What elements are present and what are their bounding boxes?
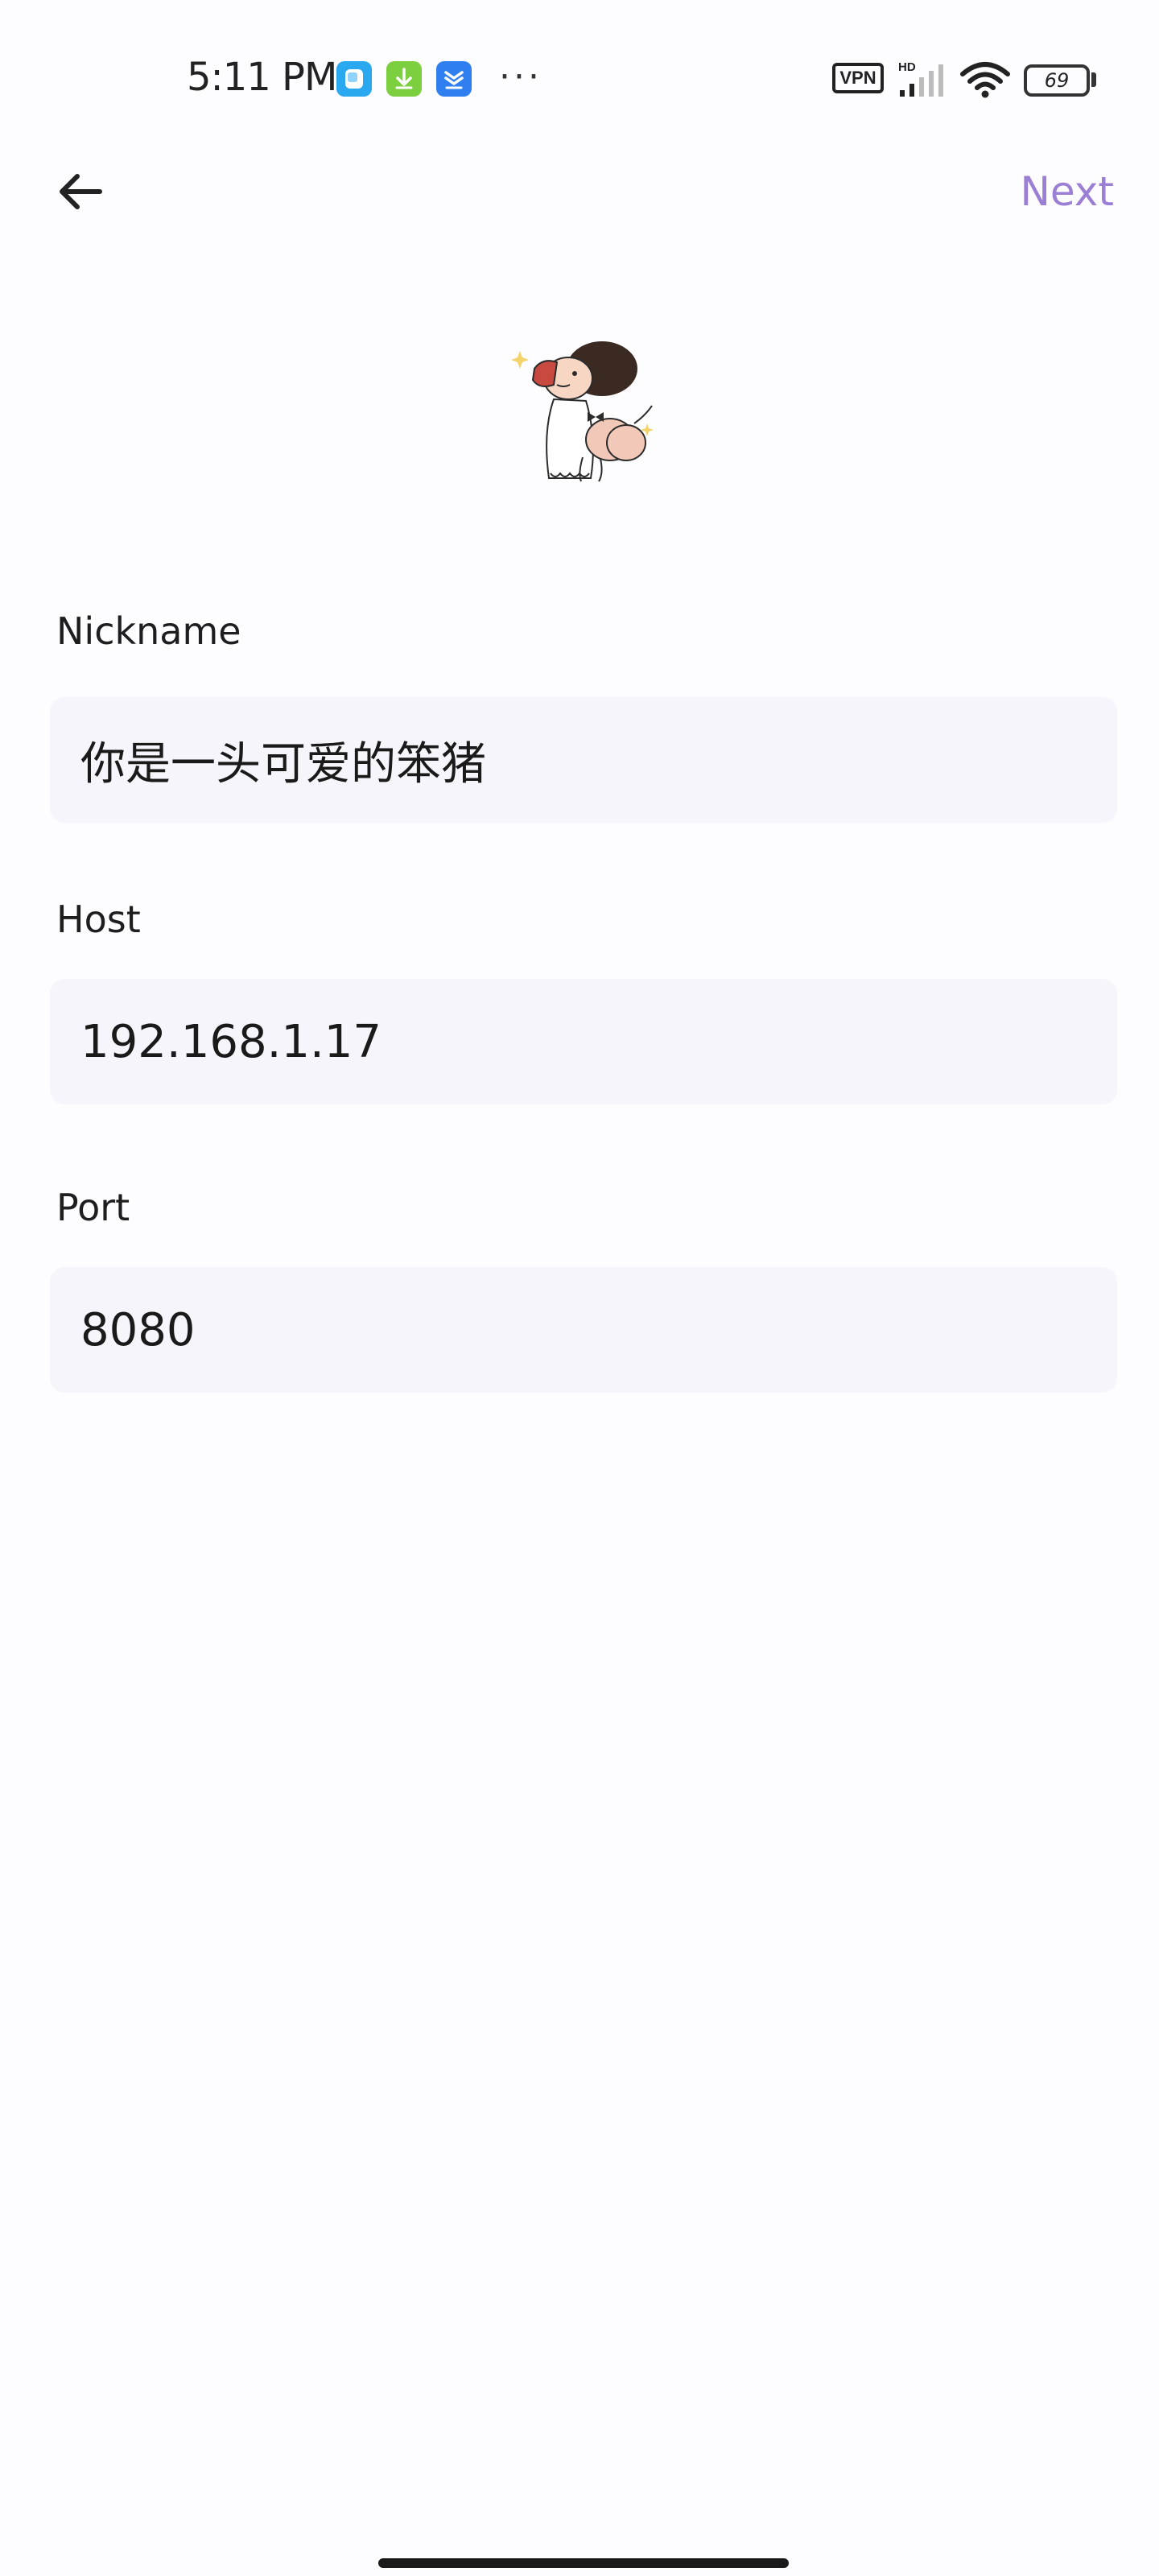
port-label: Port	[56, 1186, 130, 1229]
back-button[interactable]	[48, 159, 113, 224]
network-type-label: HD	[898, 60, 916, 74]
blue-layers-icon	[436, 61, 472, 97]
avatar[interactable]	[505, 336, 658, 489]
battery-icon: 69	[1024, 64, 1090, 97]
arrow-left-icon	[60, 174, 102, 209]
status-time: 5:11 PM	[187, 55, 337, 100]
host-label: Host	[56, 898, 141, 941]
status-bar: 5:11 PM ··· VPN HD 69	[0, 0, 1159, 161]
port-field[interactable]: 8080	[50, 1267, 1117, 1393]
wifi-icon	[959, 61, 1011, 101]
nickname-field[interactable]: 你是一头可爱的笨猪	[50, 697, 1117, 823]
home-indicator[interactable]	[378, 2558, 789, 2568]
vpn-icon: VPN	[832, 63, 884, 93]
next-button[interactable]: Next	[1021, 159, 1114, 224]
cartoon-character-avatar	[511, 341, 654, 482]
blue-app-icon	[336, 61, 372, 97]
host-field[interactable]: 192.168.1.17	[50, 979, 1117, 1104]
cellular-signal-icon: HD	[897, 60, 948, 101]
more-notifications-icon: ···	[499, 56, 542, 97]
nickname-label: Nickname	[56, 609, 241, 653]
green-download-icon	[386, 61, 422, 97]
battery-tip	[1091, 72, 1096, 87]
